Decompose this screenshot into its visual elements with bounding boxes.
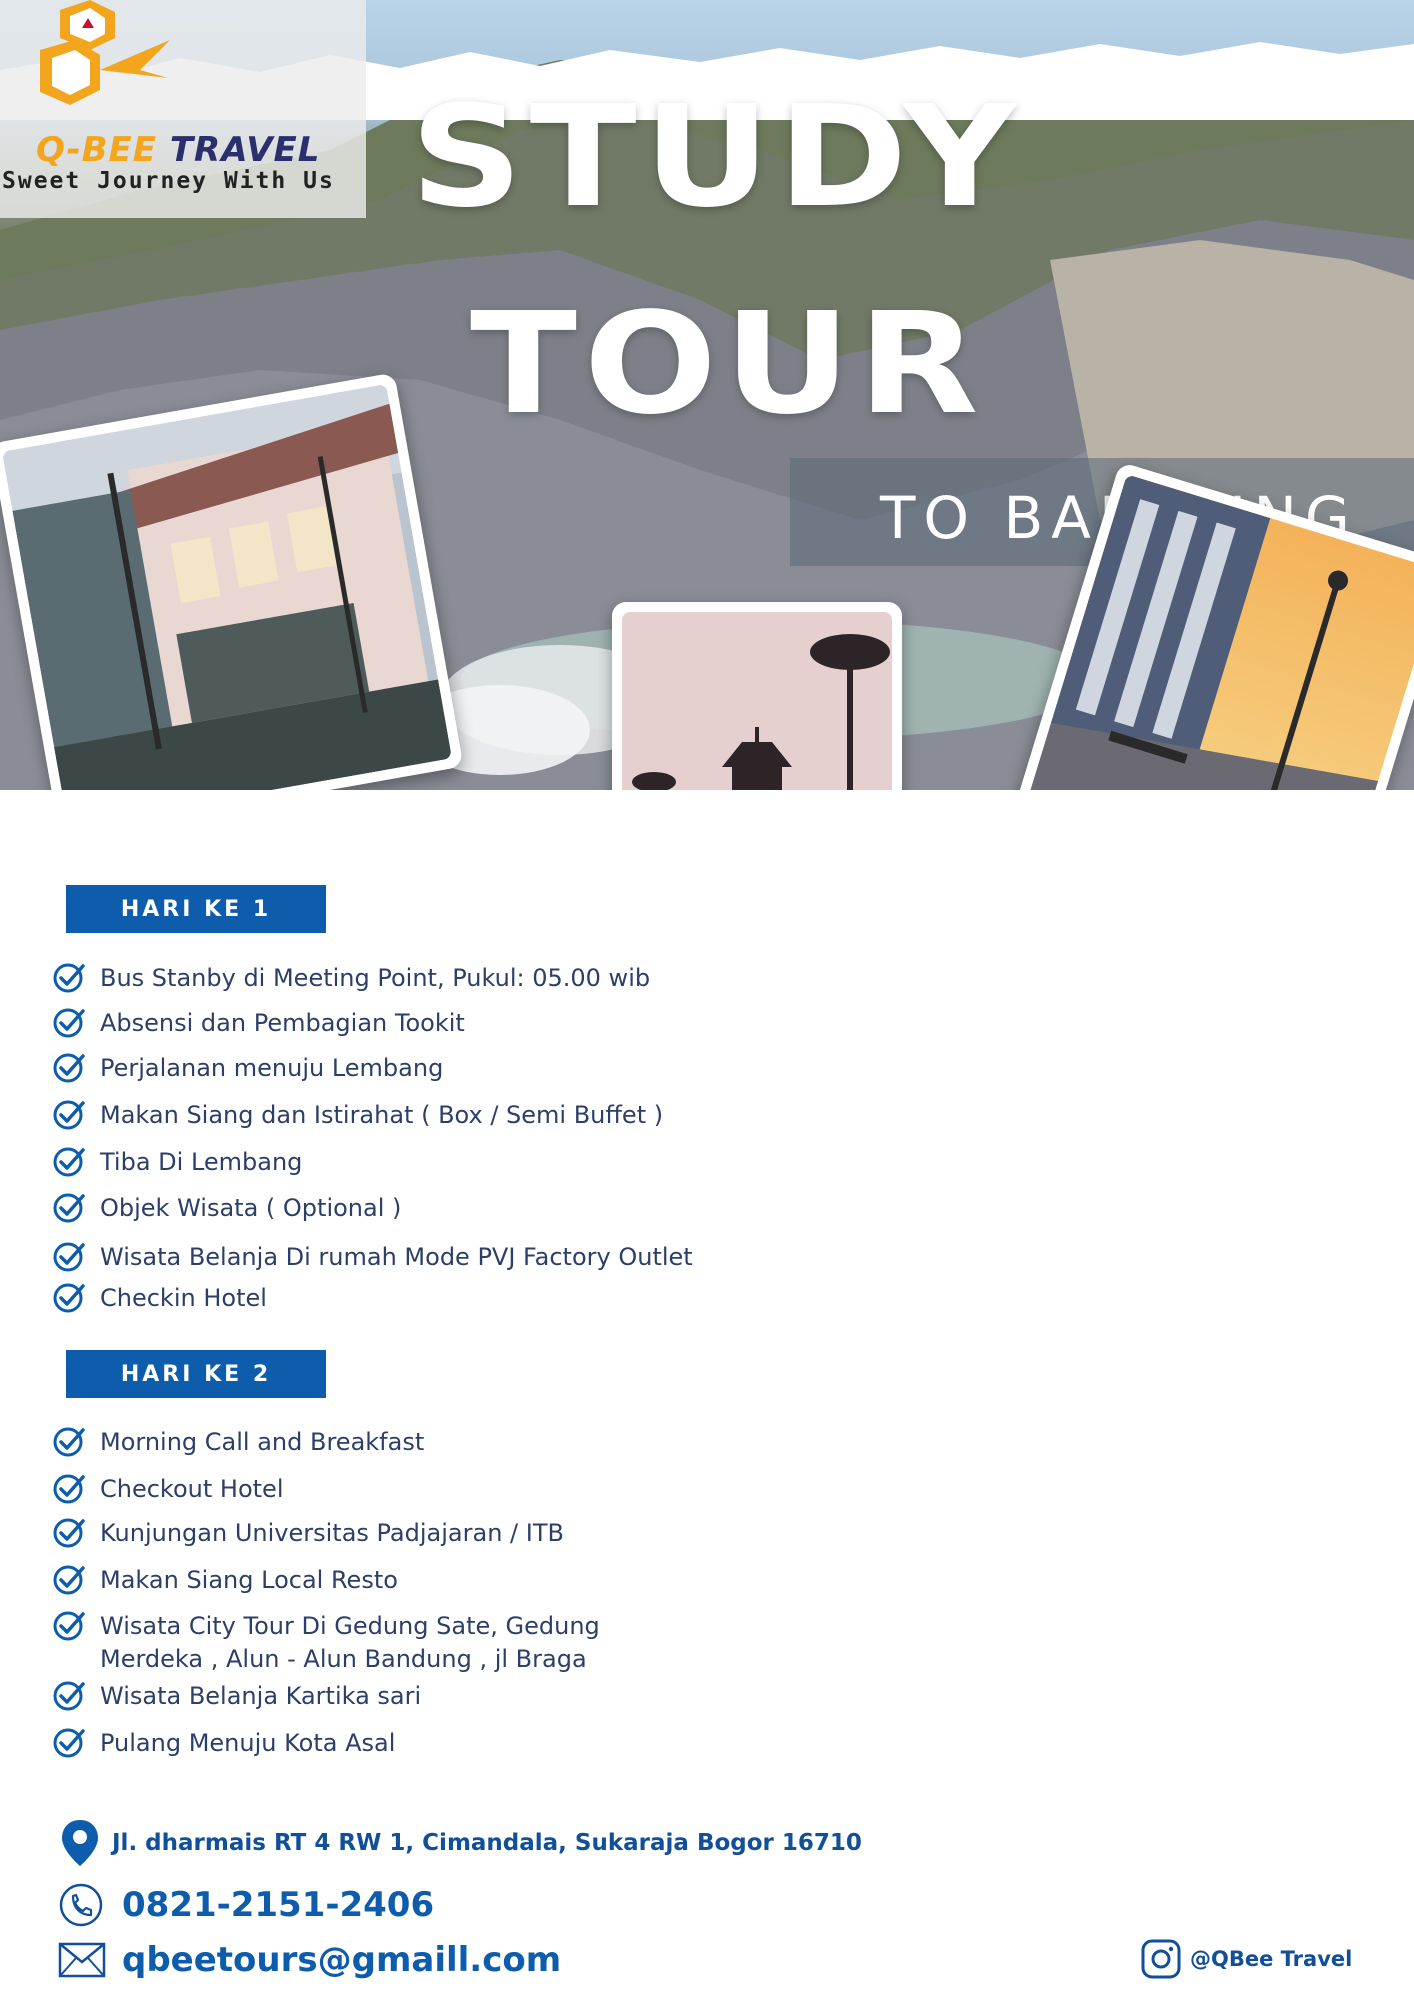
location-pin-icon: [62, 1820, 98, 1866]
list-item-text: Perjalanan menuju Lembang: [100, 1054, 444, 1082]
check-circle-icon: [53, 1518, 85, 1548]
check-circle-icon: [53, 1053, 85, 1083]
list-item: Objek Wisata ( Optional ): [52, 1192, 401, 1225]
brand-name-part1: Q-BEE: [36, 130, 158, 170]
list-item-text: Kunjungan Universitas Padjajaran / ITB: [100, 1519, 564, 1547]
list-item-text: Tiba Di Lembang: [100, 1148, 303, 1176]
instagram-row[interactable]: @QBee Travel: [1140, 1938, 1352, 1980]
list-item: Perjalanan menuju Lembang: [52, 1052, 443, 1085]
list-item-text: Checkin Hotel: [100, 1284, 267, 1312]
list-item: Wisata City Tour Di Gedung Sate, Gedung …: [52, 1610, 600, 1676]
list-item: Tiba Di Lembang: [52, 1146, 302, 1179]
list-item-text: Makan Siang dan Istirahat ( Box / Semi B…: [100, 1101, 664, 1129]
hero-section: Q-BEE TRAVEL Sweet Journey With Us STUDY…: [0, 0, 1414, 790]
list-item: Pulang Menuju Kota Asal: [52, 1727, 395, 1760]
list-item-text: Objek Wisata ( Optional ): [100, 1194, 402, 1222]
brand-name-part2: TRAVEL: [157, 130, 321, 170]
list-item-text: Absensi dan Pembagian Tookit: [100, 1009, 465, 1037]
phone-row[interactable]: 0821-2151-2406: [58, 1882, 434, 1928]
brand-name: Q-BEE TRAVEL: [36, 130, 320, 170]
check-circle-icon: [53, 963, 85, 993]
list-item: Makan Siang Local Resto: [52, 1564, 398, 1597]
day-2-badge: HARI KE 2: [66, 1350, 326, 1398]
photo-street-building: [0, 372, 464, 790]
email-row[interactable]: qbeetours@gmaill.com: [58, 1940, 561, 1980]
list-item-text-line-1: Wisata City Tour Di Gedung Sate, Gedung: [100, 1612, 600, 1640]
envelope-icon: [58, 1942, 106, 1978]
check-circle-icon: [53, 1147, 85, 1177]
list-item-text: Wisata Belanja Kartika sari: [100, 1682, 422, 1710]
phone-icon: [59, 1883, 103, 1927]
list-item-text-line-2: Merdeka , Alun - Alun Bandung , jl Braga: [100, 1645, 587, 1673]
photo-gedung-sate: [612, 602, 902, 790]
check-circle-icon: [53, 1283, 85, 1313]
list-item-text: Morning Call and Breakfast: [100, 1428, 425, 1456]
check-circle-icon: [53, 1681, 85, 1711]
list-item: Makan Siang dan Istirahat ( Box / Semi B…: [52, 1099, 663, 1132]
title-line-2: TOUR: [470, 283, 986, 446]
street-building-image: [1, 384, 453, 790]
instagram-icon: [1141, 1939, 1181, 1979]
check-circle-icon: [53, 1100, 85, 1130]
list-item: Wisata Belanja Kartika sari: [52, 1680, 421, 1713]
list-item-text: Bus Stanby di Meeting Point, Pukul: 05.0…: [100, 964, 651, 992]
list-item: Absensi dan Pembagian Tookit: [52, 1007, 465, 1040]
phone-number[interactable]: 0821-2151-2406: [122, 1885, 434, 1925]
check-circle-icon: [53, 1565, 85, 1595]
address-text: Jl. dharmais RT 4 RW 1, Cimandala, Sukar…: [112, 1830, 862, 1856]
check-circle-icon: [53, 1427, 85, 1457]
check-circle-icon: [53, 1611, 85, 1641]
list-item-text: Wisata Belanja Di rumah Mode PVJ Factory…: [100, 1243, 693, 1271]
list-item-text: Wisata City Tour Di Gedung Sate, Gedung …: [100, 1610, 600, 1676]
list-item: Wisata Belanja Di rumah Mode PVJ Factory…: [52, 1241, 693, 1274]
check-circle-icon: [53, 1474, 85, 1504]
address-row: Jl. dharmais RT 4 RW 1, Cimandala, Sukar…: [60, 1818, 862, 1868]
list-item: Kunjungan Universitas Padjajaran / ITB: [52, 1517, 564, 1550]
check-circle-icon: [53, 1193, 85, 1223]
list-item-text: Makan Siang Local Resto: [100, 1566, 398, 1594]
gedung-sate-image: [622, 612, 892, 790]
list-item: Checkin Hotel: [52, 1282, 267, 1315]
list-item: Checkout Hotel: [52, 1473, 283, 1506]
check-circle-icon: [53, 1728, 85, 1758]
brand-logo-panel: Q-BEE TRAVEL Sweet Journey With Us: [0, 0, 366, 218]
instagram-handle[interactable]: @QBee Travel: [1190, 1947, 1352, 1971]
email-address[interactable]: qbeetours@gmaill.com: [122, 1940, 561, 1980]
check-circle-icon: [53, 1008, 85, 1038]
day-1-badge: HARI KE 1: [66, 885, 326, 933]
list-item-text: Pulang Menuju Kota Asal: [100, 1729, 396, 1757]
title-line-1: STUDY: [410, 76, 1024, 239]
check-circle-icon: [53, 1242, 85, 1272]
brand-tagline: Sweet Journey With Us: [2, 168, 335, 194]
bee-logo-icon: [40, 0, 170, 105]
list-item: Morning Call and Breakfast: [52, 1426, 424, 1459]
list-item: Bus Stanby di Meeting Point, Pukul: 05.0…: [52, 962, 650, 995]
list-item-text: Checkout Hotel: [100, 1475, 284, 1503]
